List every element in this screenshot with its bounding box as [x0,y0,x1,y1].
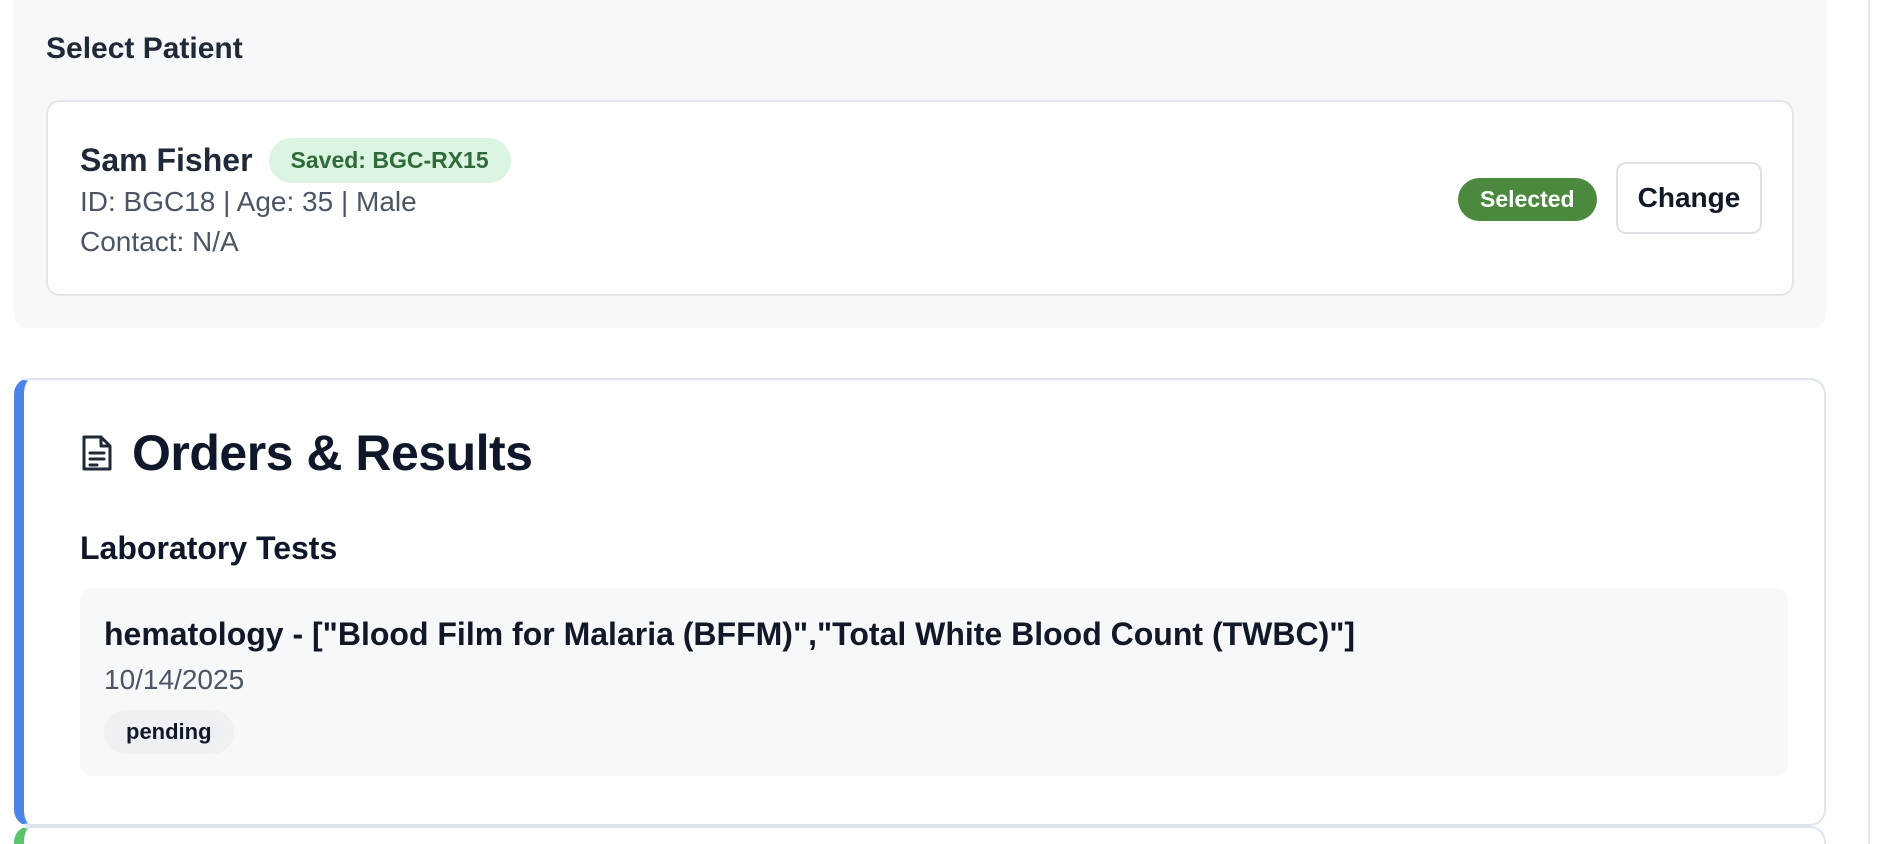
selected-patient-card: Sam Fisher Saved: BGC-RX15 ID: BGC18 | A… [46,100,1794,296]
patient-name-row: Sam Fisher Saved: BGC-RX15 [80,138,511,183]
change-patient-button[interactable]: Change [1616,162,1762,234]
page: Select Patient Sam Fisher Saved: BGC-RX1… [0,0,1886,844]
lab-test-title: hematology - ["Blood Film for Malaria (B… [104,616,1356,652]
patient-id-age-gender: ID: BGC18 | Age: 35 | Male [80,186,417,217]
select-patient-panel: Select Patient Sam Fisher Saved: BGC-RX1… [14,0,1826,328]
lab-test-date: 10/14/2025 [104,664,245,695]
patient-name: Sam Fisher [80,142,253,178]
select-patient-title: Select Patient [46,32,243,65]
selected-status-badge: Selected [1458,178,1597,221]
document-icon [80,433,114,473]
next-section-card [14,826,1826,844]
laboratory-tests-heading: Laboratory Tests [80,530,338,566]
patient-contact: Contact: N/A [80,226,239,257]
orders-results-title: Orders & Results [132,425,533,481]
orders-results-card: Orders & Results Laboratory Tests hemato… [14,378,1826,826]
orders-header: Orders & Results [80,424,533,482]
lab-test-status-badge: pending [104,710,234,754]
scrollbar-track[interactable] [1868,0,1870,844]
lab-test-item[interactable]: hematology - ["Blood Film for Malaria (B… [80,588,1788,776]
saved-record-badge: Saved: BGC-RX15 [268,138,511,183]
